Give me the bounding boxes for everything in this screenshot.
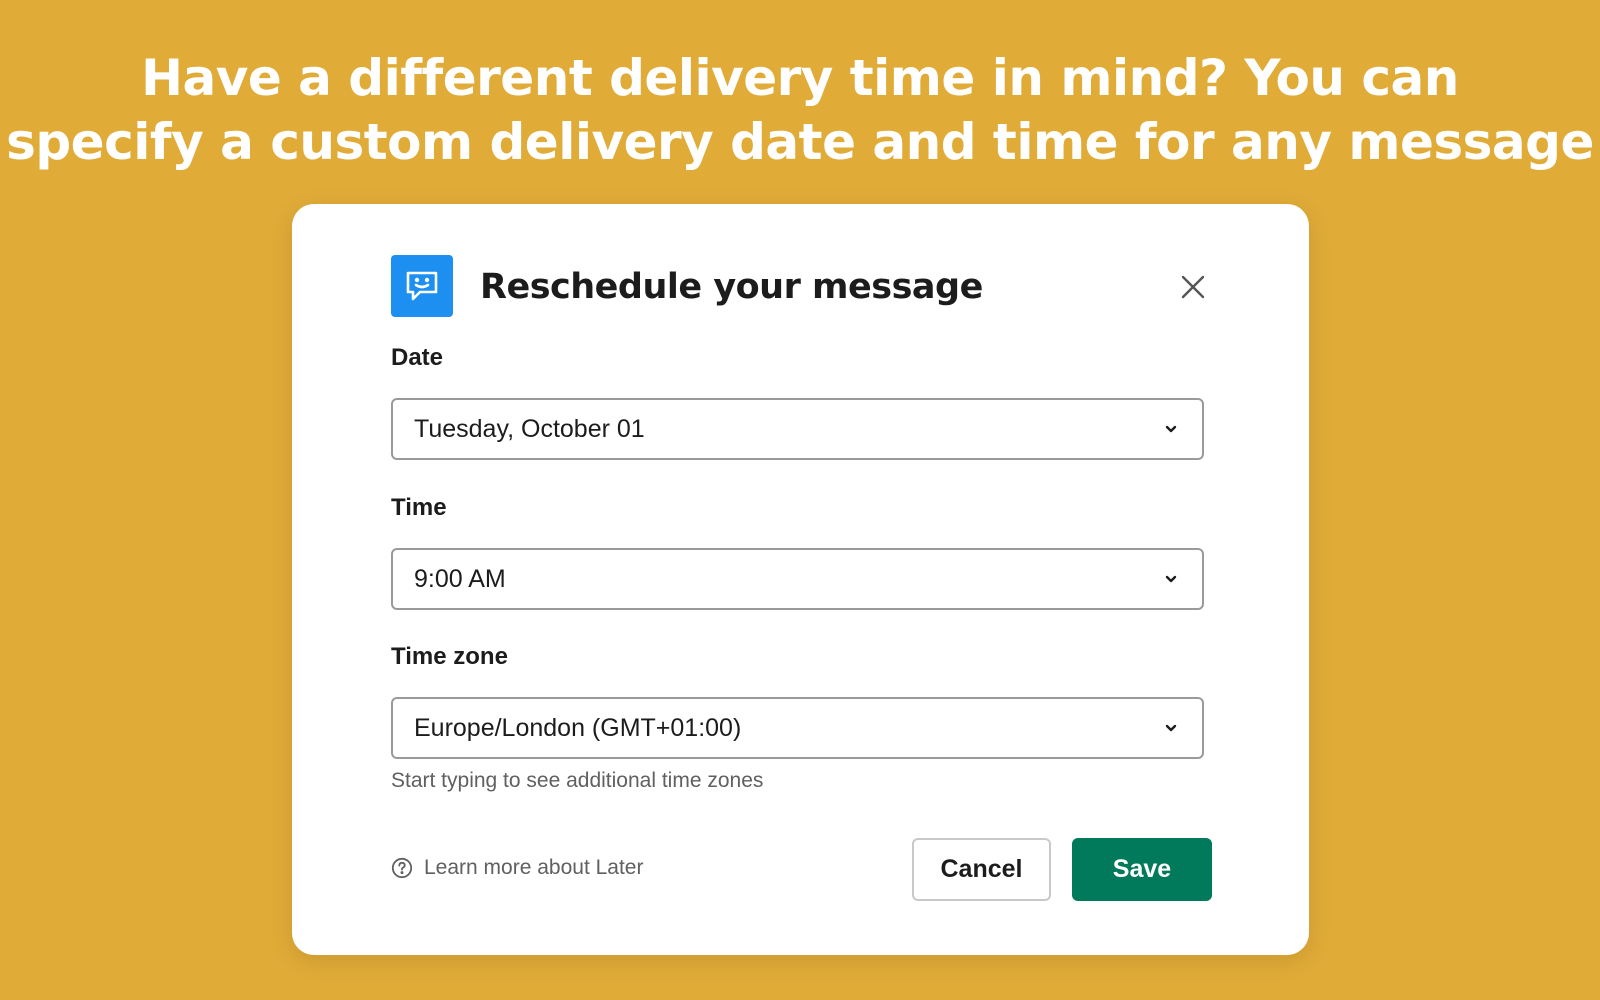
timezone-hint: Start typing to see additional time zone… — [391, 769, 764, 792]
close-icon[interactable] — [1176, 270, 1210, 304]
dialog-title: Reschedule your message — [480, 267, 983, 307]
reschedule-dialog: Reschedule your message Date Tuesday, Oc… — [292, 204, 1309, 955]
time-label: Time — [391, 494, 447, 521]
chevron-down-icon — [1165, 425, 1177, 433]
timezone-label: Time zone — [391, 643, 508, 670]
headline-line-2: specify a custom delivery date and time … — [6, 113, 1594, 171]
date-select[interactable]: Tuesday, October 01 — [391, 398, 1204, 460]
message-bubble-icon — [391, 255, 453, 317]
time-select[interactable]: 9:00 AM — [391, 548, 1204, 610]
headline-line-1: Have a different delivery time in mind? … — [141, 49, 1459, 107]
timezone-select[interactable]: Europe/London (GMT+01:00) — [391, 697, 1204, 759]
chevron-down-icon — [1165, 724, 1177, 732]
cancel-button[interactable]: Cancel — [912, 838, 1051, 901]
learn-more-link[interactable]: Learn more about Later — [391, 856, 643, 880]
chevron-down-icon — [1165, 575, 1177, 583]
date-label: Date — [391, 344, 444, 371]
timezone-value: Europe/London (GMT+01:00) — [414, 713, 742, 742]
headline: Have a different delivery time in mind? … — [0, 46, 1600, 174]
date-value: Tuesday, October 01 — [414, 414, 645, 443]
learn-more-label: Learn more about Later — [424, 856, 644, 879]
time-value: 9:00 AM — [414, 564, 506, 593]
save-button[interactable]: Save — [1072, 838, 1212, 901]
question-circle-icon — [391, 857, 413, 879]
